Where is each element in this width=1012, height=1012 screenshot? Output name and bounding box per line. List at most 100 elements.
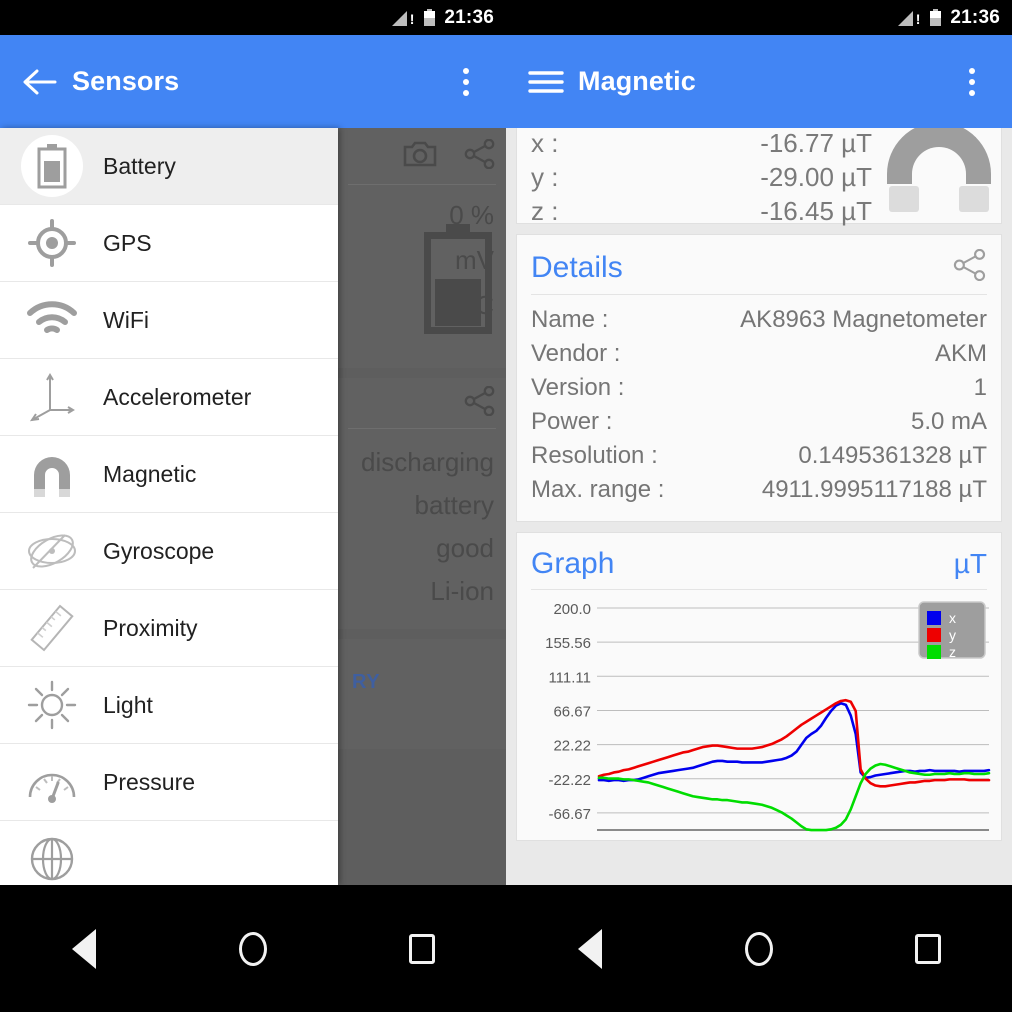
sidebar-item-label: Pressure: [103, 768, 196, 795]
battery-icon: [424, 9, 436, 26]
table-row: Vendor : AKM: [531, 337, 987, 371]
detail-key: Resolution :: [531, 442, 658, 469]
y-axis-tick-label: -22.22: [548, 772, 591, 789]
share-icon[interactable]: [953, 248, 987, 286]
y-axis-tick-label: -66.67: [548, 806, 591, 823]
svg-text:x: x: [949, 610, 956, 626]
bg-status: discharging: [361, 447, 494, 477]
share-icon: [464, 138, 496, 174]
reading-key: x :: [531, 128, 559, 158]
graph-title: Graph: [531, 547, 615, 580]
magnetic-detail-panel: x : -16.77 µT y : -29.00 µT z : -16.45 µ…: [506, 128, 1012, 885]
reading-key: y :: [531, 162, 559, 192]
share-icon: [464, 385, 496, 421]
detail-key: Version :: [531, 374, 625, 401]
bg-link: RY: [352, 671, 381, 693]
magnet-icon: [887, 128, 991, 214]
globe-icon: [0, 834, 103, 884]
y-axis-tick-label: 111.11: [548, 669, 591, 686]
gyroscope-icon: [0, 528, 103, 574]
detail-value: 5.0 mA: [910, 408, 987, 435]
detail-key: Vendor :: [531, 340, 621, 367]
bg-status: battery: [414, 490, 495, 520]
gps-crosshair-icon: [0, 219, 103, 267]
sidebar-item-label: GPS: [103, 229, 152, 256]
y-axis-tick-label: 22.22: [553, 738, 591, 755]
page-title: Magnetic: [578, 66, 696, 96]
detail-key: Max. range :: [531, 476, 665, 503]
graph-unit: µT: [953, 548, 987, 579]
y-axis-tick-label: 66.67: [553, 703, 591, 720]
nav-back-icon[interactable]: [545, 919, 635, 979]
detail-value: 1: [973, 374, 987, 401]
status-bar-clock: 21:36: [950, 6, 1000, 28]
sidebar-item-label: Accelerometer: [103, 383, 252, 410]
sidebar-item-gyroscope[interactable]: Gyroscope: [0, 513, 338, 590]
sidebar-item-proximity[interactable]: Proximity: [0, 590, 338, 667]
chart-legend: xyz: [918, 601, 986, 660]
navigation-drawer[interactable]: Battery GPS WiFi Accelerometer Magnetic: [0, 128, 338, 885]
sidebar-item-pressure[interactable]: Pressure: [0, 744, 338, 821]
nav-back-icon[interactable]: [39, 919, 129, 979]
detail-value: 4911.9995117188 µT: [761, 476, 987, 503]
reading-key: z :: [531, 196, 559, 226]
axes-icon: [0, 372, 103, 422]
details-title: Details: [531, 250, 623, 284]
sidebar-item-label: Proximity: [103, 614, 198, 641]
signal-warning-icon: !: [392, 10, 414, 26]
wifi-icon: [0, 300, 103, 340]
camera-icon: [402, 139, 438, 174]
battery-level-icon: [424, 224, 492, 334]
table-row: Resolution : 0.1495361328 µT: [531, 439, 987, 473]
magnet-icon: [0, 451, 103, 497]
system-nav-bar-left: [0, 885, 506, 1012]
background-battery-page: 0 % mV 8 °C discharging battery good Li-…: [338, 128, 506, 885]
sidebar-item-label: Battery: [103, 152, 176, 179]
sidebar-item-battery[interactable]: Battery: [0, 128, 338, 205]
y-axis-tick-label: 200.0: [553, 601, 591, 618]
chart-svg: 200.0 155.56 111.11 66.67 22.22 -22.22 -66.67 x…: [545, 601, 991, 832]
details-card: Details Name : AK8963 Magnetometer Vendo…: [516, 234, 1002, 522]
table-row: Max. range : 4911.9995117188 µT: [531, 473, 987, 507]
nav-home-icon[interactable]: [208, 919, 298, 979]
sun-icon: [0, 680, 103, 730]
signal-warning-icon: !: [898, 10, 920, 26]
status-bar-right: ! 21:36: [506, 0, 1012, 35]
svg-text:y: y: [949, 627, 956, 643]
sidebar-item-gps[interactable]: GPS: [0, 205, 338, 282]
nav-recents-icon[interactable]: [883, 919, 973, 979]
detail-key: Name :: [531, 306, 609, 333]
battery-icon: [930, 9, 942, 26]
status-bar-left: ! 21:36: [0, 0, 506, 35]
y-axis-tick-label: 155.56: [545, 635, 591, 652]
detail-value: AKM: [934, 340, 987, 367]
sidebar-item-accelerometer[interactable]: Accelerometer: [0, 359, 338, 436]
sidebar-item-label: Magnetic: [103, 460, 197, 487]
app-bar-magnetic: Magnetic: [506, 35, 1012, 128]
sidebar-item-wifi[interactable]: WiFi: [0, 282, 338, 359]
status-bar-clock: 21:36: [444, 6, 494, 28]
svg-text:z: z: [949, 644, 956, 660]
hamburger-icon[interactable]: [514, 69, 578, 95]
detail-value: AK8963 Magnetometer: [740, 306, 987, 333]
system-nav-bar-right: [506, 885, 1012, 1012]
series-line-x: [597, 701, 991, 783]
bg-status: good: [436, 533, 494, 563]
sidebar-item-magnetic[interactable]: Magnetic: [0, 436, 338, 513]
nav-home-icon[interactable]: [714, 919, 804, 979]
nav-recents-icon[interactable]: [377, 919, 467, 979]
gauge-icon: [0, 759, 103, 805]
table-row: Name : AK8963 Magnetometer: [531, 303, 987, 337]
overflow-menu-icon[interactable]: [944, 67, 1000, 96]
sidebar-item-label: Gyroscope: [103, 537, 215, 564]
detail-value: 0.1495361328 µT: [798, 442, 987, 469]
sidebar-item-partial[interactable]: [0, 821, 338, 885]
overflow-menu-icon[interactable]: [438, 67, 494, 96]
app-bar-sensors: Sensors: [0, 35, 506, 128]
sidebar-item-light[interactable]: Light: [0, 667, 338, 744]
detail-key: Power :: [531, 408, 613, 435]
graph-card: Graph µT 200.0 155.56 111.11 66.67 22.22 -22.…: [516, 532, 1002, 841]
back-arrow-icon[interactable]: [8, 68, 72, 96]
page-title: Sensors: [72, 66, 180, 96]
magnetic-graph[interactable]: 200.0 155.56 111.11 66.67 22.22 -22.22 -66.67 x…: [517, 590, 1001, 840]
